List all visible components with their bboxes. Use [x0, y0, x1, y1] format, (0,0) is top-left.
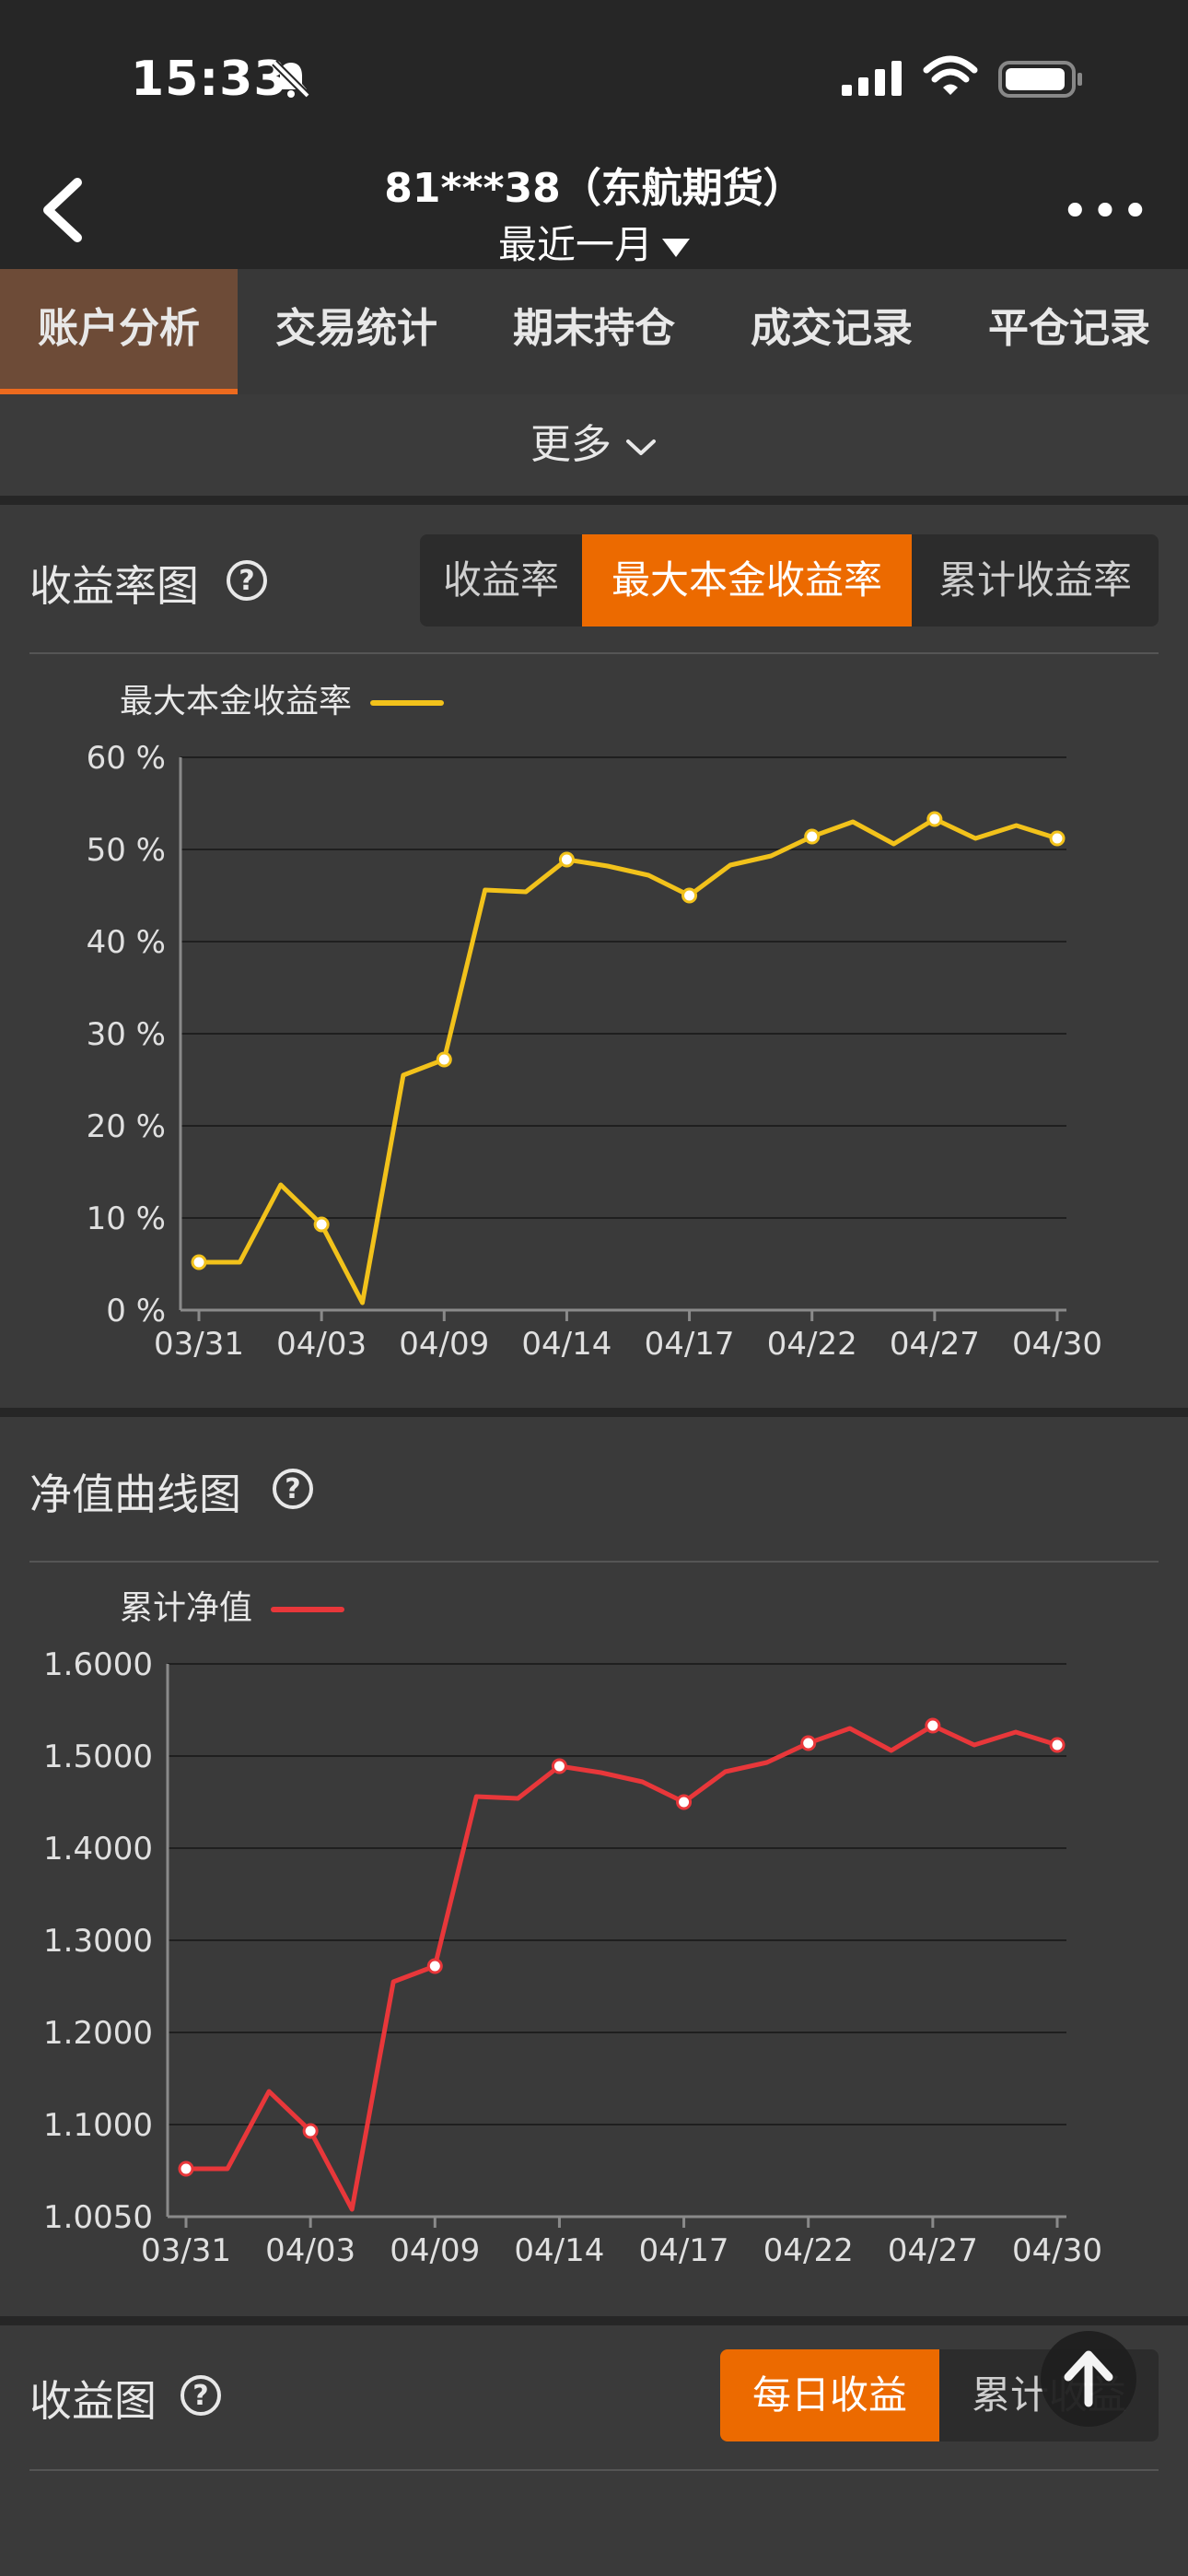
y-tick-label: 1.6000	[43, 1646, 153, 1683]
section-separator	[0, 1408, 1188, 1417]
nav-bar: 81***38（东航期货） 最近一月 •••	[0, 147, 1188, 269]
nav-chart-card: 净值曲线图 ? 累计净值 1.0050 1.1000 1.2000 1.3000 1.4…	[0, 1417, 1188, 2316]
tab-closing-positions[interactable]: 期末持仓	[475, 269, 713, 394]
profit-chart-card: 收益图 ? 每日收益 累计收益	[0, 2325, 1188, 2576]
period-selector[interactable]: 最近一月	[0, 214, 1188, 270]
y-tick-label: 1.5000	[43, 1739, 153, 1775]
profit-chart-title: 收益图	[29, 2376, 157, 2426]
battery-icon	[998, 61, 1082, 98]
tab-bar: 账户分析 交易统计 期末持仓 成交记录 平仓记录	[0, 269, 1188, 394]
x-tick-label: 04/17	[645, 1326, 735, 1363]
arrow-up-icon	[1064, 2350, 1113, 2407]
data-point	[926, 811, 943, 827]
x-tick-label: 04/14	[521, 1326, 611, 1363]
data-point	[178, 2160, 194, 2177]
data-point	[436, 1051, 452, 1068]
segment-daily-profit[interactable]: 每日收益	[720, 2349, 939, 2441]
x-tick-label: 03/31	[154, 1326, 244, 1363]
wifi-icon	[923, 55, 978, 95]
y-tick-label: 1.4000	[43, 1831, 153, 1868]
y-tick-label: 1.0050	[43, 2199, 153, 2236]
x-tick-label: 04/09	[399, 1326, 489, 1363]
data-point	[551, 1758, 567, 1774]
help-icon[interactable]: ?	[181, 2375, 221, 2416]
divider	[29, 2469, 1159, 2471]
more-label: 更多	[530, 421, 611, 468]
y-tick-label: 60 %	[87, 740, 166, 777]
x-tick-label: 04/22	[767, 1326, 857, 1363]
y-tick-label: 10 %	[87, 1200, 166, 1237]
data-point	[681, 887, 698, 904]
x-tick-label: 04/22	[763, 2232, 854, 2269]
more-menu-icon[interactable]: •••	[1061, 184, 1151, 240]
account-title: 81***38（东航期货）	[384, 165, 804, 212]
y-tick-label: 1.1000	[43, 2107, 153, 2144]
bell-muted-icon	[272, 60, 310, 99]
series-line	[186, 1723, 1058, 2212]
status-bar: 15:33	[0, 0, 1188, 157]
data-point	[426, 1958, 443, 1974]
y-tick-label: 20 %	[87, 1108, 166, 1145]
section-separator	[0, 2316, 1188, 2325]
nav-line-chart: 1.0050 1.1000 1.2000 1.3000 1.4000 1.5000 1.60…	[43, 1646, 1102, 2269]
x-tick-label: 04/27	[888, 2232, 978, 2269]
x-tick-label: 04/27	[890, 1326, 980, 1363]
yield-chart-card: 收益率图 ? 收益率 最大本金收益率 累计收益率 最大本金收益率 0 % 10 %…	[0, 505, 1188, 1408]
x-tick-label: 04/03	[276, 1326, 367, 1363]
data-point	[313, 1216, 330, 1233]
x-tick-label: 04/17	[639, 2232, 729, 2269]
x-tick-label: 04/09	[390, 2232, 480, 2269]
x-tick-label: 03/31	[141, 2232, 231, 2269]
more-dropdown[interactable]: 更多	[0, 394, 1188, 496]
y-tick-label: 50 %	[87, 832, 166, 869]
y-tick-label: 40 %	[87, 924, 166, 961]
tab-account-analysis[interactable]: 账户分析	[0, 269, 238, 394]
tab-close-records[interactable]: 平仓记录	[950, 269, 1188, 394]
data-point	[302, 2123, 319, 2139]
y-tick-label: 30 %	[87, 1016, 166, 1053]
data-point	[676, 1794, 693, 1810]
x-tick-label: 04/03	[265, 2232, 355, 2269]
y-tick-label: 0 %	[106, 1293, 166, 1329]
tab-trade-statistics[interactable]: 交易统计	[238, 269, 475, 394]
caret-down-icon	[662, 238, 690, 257]
data-point	[804, 828, 821, 845]
chevron-down-icon	[626, 439, 656, 455]
period-label: 最近一月	[497, 222, 653, 267]
data-point	[1049, 1737, 1066, 1753]
data-point	[191, 1254, 207, 1270]
data-point	[800, 1735, 817, 1751]
y-tick-label: 1.3000	[43, 1923, 153, 1960]
tab-fill-records[interactable]: 成交记录	[713, 269, 950, 394]
series-line	[199, 816, 1058, 1306]
x-tick-label: 04/30	[1012, 2232, 1102, 2269]
y-tick-label: 1.2000	[43, 2015, 153, 2052]
data-point	[558, 851, 575, 868]
x-tick-label: 04/30	[1012, 1326, 1102, 1363]
status-time: 15:33	[131, 52, 288, 107]
data-point	[925, 1717, 941, 1734]
x-tick-label: 04/14	[514, 2232, 604, 2269]
scroll-to-top-button[interactable]	[1041, 2331, 1136, 2427]
data-point	[1049, 830, 1066, 847]
section-separator	[0, 496, 1188, 505]
yield-line-chart: 0 % 10 % 20 % 30 % 40 % 50 % 60 % 03/31 04/03 04/…	[87, 740, 1102, 1363]
signal-icon	[842, 61, 902, 96]
